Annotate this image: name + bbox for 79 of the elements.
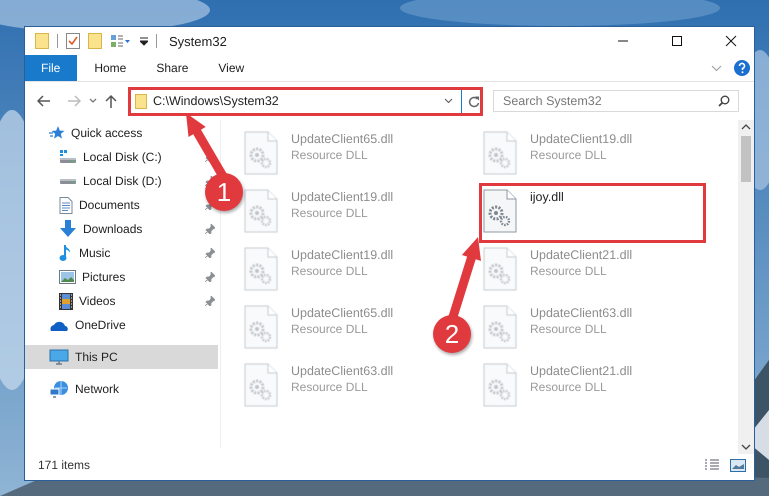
settings-file-icon xyxy=(483,363,517,407)
down-arrow-icon xyxy=(59,220,77,238)
file-name: UpdateClient21.dll xyxy=(530,248,632,262)
nav-item[interactable]: Documents xyxy=(25,193,180,217)
recent-locations-button[interactable] xyxy=(89,98,97,104)
nav-item[interactable]: Local Disk (C:) xyxy=(25,145,180,169)
file-type: Resource DLL xyxy=(530,264,608,278)
properties-icon[interactable] xyxy=(110,34,132,48)
ribbon-tab[interactable]: View xyxy=(203,55,260,81)
address-path: C:\Windows\System32 xyxy=(153,94,280,108)
nav-item[interactable]: Network xyxy=(25,377,180,401)
customize-caret-icon[interactable] xyxy=(140,36,148,46)
maximize-button[interactable] xyxy=(671,35,683,47)
file-type: Resource DLL xyxy=(530,380,608,394)
settings-file-icon xyxy=(483,305,517,349)
search-box[interactable]: Search System32 xyxy=(493,90,739,112)
up-button[interactable] xyxy=(105,94,117,108)
drive-icon xyxy=(59,149,77,165)
settings-file-icon xyxy=(483,131,517,175)
nav-item[interactable]: Downloads xyxy=(25,217,180,241)
globe-icon xyxy=(49,380,69,398)
document-icon xyxy=(59,196,73,214)
settings-file-icon xyxy=(244,131,278,175)
drive-icon xyxy=(59,178,77,184)
file-name: UpdateClient19.dll xyxy=(291,190,394,204)
file-name: UpdateClient65.dll xyxy=(291,132,394,146)
expand-ribbon-button[interactable] xyxy=(711,64,722,72)
settings-file-icon xyxy=(483,247,517,291)
music-note-icon xyxy=(59,244,73,262)
file-name: UpdateClient19.dll xyxy=(291,248,394,262)
nav-item[interactable]: Videos xyxy=(25,289,180,313)
file-type: Resource DLL xyxy=(530,322,608,336)
file-type: Resource DLL xyxy=(291,148,369,162)
refresh-button[interactable] xyxy=(468,94,480,108)
file-name: UpdateClient19.dll xyxy=(530,132,632,146)
star-icon xyxy=(49,125,65,141)
nav-item[interactable]: This PC xyxy=(25,345,218,369)
nav-item[interactable]: Quick access xyxy=(25,121,180,145)
nav-item[interactable]: Local Disk (D:) xyxy=(25,169,180,193)
window-title: System32 xyxy=(169,34,227,48)
settings-file-icon xyxy=(244,363,278,407)
settings-file-icon xyxy=(244,247,278,291)
search-icon xyxy=(718,95,730,107)
file-name: UpdateClient65.dll xyxy=(291,306,394,320)
scrollbar[interactable] xyxy=(738,120,754,454)
nav-item[interactable]: OneDrive xyxy=(25,313,180,337)
settings-file-icon xyxy=(244,189,278,233)
file-type: Resource DLL xyxy=(291,264,369,278)
folder-icon xyxy=(135,94,147,108)
file-name: UpdateClient21.dll xyxy=(530,364,632,378)
image-icon xyxy=(59,270,76,284)
nav-item[interactable]: Pictures xyxy=(25,265,180,289)
film-icon xyxy=(59,292,73,310)
scroll-thumb[interactable] xyxy=(741,136,751,182)
ribbon-tab[interactable]: File xyxy=(25,55,78,81)
help-button[interactable] xyxy=(734,60,750,76)
nav-item[interactable]: Music xyxy=(25,241,180,265)
close-button[interactable] xyxy=(725,35,737,47)
file-type: Resource DLL xyxy=(291,322,369,336)
checklist-icon[interactable] xyxy=(66,33,80,49)
ribbon-tab[interactable]: Home xyxy=(79,55,142,81)
file-name: ijoy.dll xyxy=(530,190,564,204)
address-dropdown-button[interactable] xyxy=(444,98,453,104)
file-name: UpdateClient63.dll xyxy=(291,364,394,378)
file-type: Resource DLL xyxy=(291,206,369,220)
back-button[interactable] xyxy=(37,95,51,107)
item-count: 171 items xyxy=(38,458,90,472)
ribbon-tab[interactable]: Share xyxy=(141,55,204,81)
monitor-icon xyxy=(49,348,69,366)
settings-file-icon xyxy=(483,189,517,233)
search-field[interactable]: Search System32 xyxy=(503,94,718,108)
details-view-button[interactable] xyxy=(704,458,720,470)
file-item[interactable]: ijoy.dll xyxy=(483,187,702,239)
file-type: Resource DLL xyxy=(530,148,608,162)
settings-file-icon xyxy=(244,305,278,349)
large-icons-view-button[interactable] xyxy=(730,458,746,472)
file-type: Resource DLL xyxy=(291,380,369,394)
address-bar[interactable]: C:\Windows\System32 xyxy=(128,86,483,116)
file-name: UpdateClient63.dll xyxy=(530,306,632,320)
